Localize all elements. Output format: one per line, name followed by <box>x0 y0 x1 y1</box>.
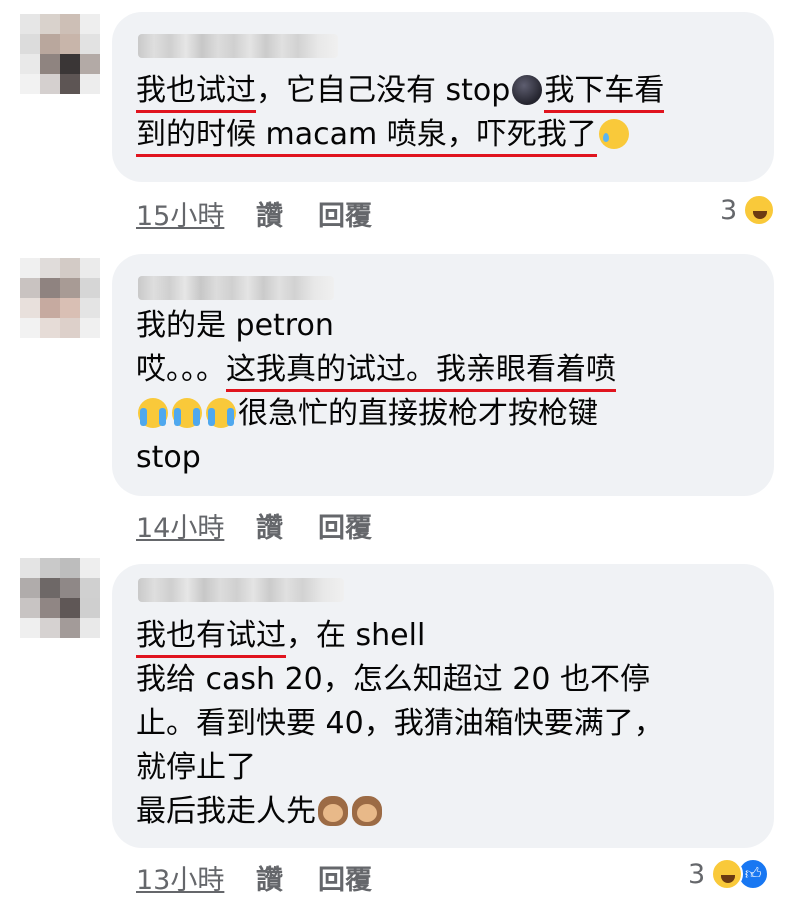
comment-text-segment: 最后我走人先 <box>136 794 316 829</box>
comment-timestamp[interactable]: 13小時 <box>136 858 256 897</box>
comment-text-segment: ，在 shell <box>286 618 426 653</box>
commenter-name-blurred[interactable] <box>138 276 334 300</box>
underlined-text: 我也有试过 <box>136 618 286 658</box>
reply-button[interactable]: 回覆 <box>318 858 372 897</box>
comment-line: 我的是 petron <box>136 304 616 348</box>
reply-button[interactable]: 回覆 <box>318 506 372 545</box>
reply-button[interactable]: 回覆 <box>318 194 372 233</box>
comment-text-segment: 我的是 petron <box>136 308 334 343</box>
commenter-name-blurred[interactable] <box>138 34 338 58</box>
comment-text-segment: 就停止了 <box>136 750 256 785</box>
reaction-summary[interactable]: 3 👍︎ <box>688 858 770 890</box>
comment-bubble: 我也试过，它自己没有 stop 我下车看 到的时候 macam 喷泉，吓死我了 <box>112 12 774 182</box>
avatar[interactable] <box>20 258 100 338</box>
comment-text-segment: 很急忙的直接拔枪才按枪键 <box>238 396 598 431</box>
comment-line: 就停止了 <box>136 746 664 790</box>
comment-actions: 15小時 讚 回覆 <box>136 194 372 233</box>
like-button[interactable]: 讚 <box>256 506 318 545</box>
comment-actions: 13小時 讚 回覆 <box>136 858 372 897</box>
comment-line: 我也有试过，在 shell <box>136 614 664 658</box>
comment-text-segment: 哎。。。 <box>136 352 226 387</box>
comment-actions: 14小時 讚 回覆 <box>136 506 372 545</box>
crying-face-icon <box>206 398 236 428</box>
comment-line: 我给 cash 20，怎么知超过 20 也不停 <box>136 658 664 702</box>
comment-text-segment: stop <box>136 440 201 475</box>
new-moon-face-icon <box>512 75 543 105</box>
comment-line: 哎。。。这我真的试过。我亲眼看着喷 <box>136 348 616 392</box>
reaction-count: 3 <box>720 194 738 226</box>
underlined-text: 我也试过 <box>136 73 256 113</box>
comment-text: 我也试过，它自己没有 stop 我下车看 到的时候 macam 喷泉，吓死我了 <box>136 69 665 157</box>
like-button[interactable]: 讚 <box>256 858 318 897</box>
underlined-text: 到的时候 macam 喷泉，吓死我了 <box>136 117 597 157</box>
see-no-evil-monkey-icon <box>352 796 382 826</box>
comment-line: stop <box>136 436 616 480</box>
comment-text-segment: 止。看到快要 40，我猜油箱快要满了， <box>136 706 664 741</box>
laughing-face-icon <box>743 194 776 226</box>
underlined-text: 我下车看 <box>544 73 665 113</box>
comment-timestamp[interactable]: 15小時 <box>136 194 256 233</box>
commenter-name-blurred[interactable] <box>138 578 344 602</box>
reaction-count: 3 <box>688 858 706 890</box>
underlined-text: 这我真的试过。我亲眼看着喷 <box>226 352 616 392</box>
crying-face-icon <box>172 398 202 428</box>
comment-text-segment: 我给 cash 20，怎么知超过 20 也不停 <box>136 662 651 697</box>
like-button[interactable]: 讚 <box>256 194 318 233</box>
comment-text: 我的是 petron 哎。。。这我真的试过。我亲眼看着喷很急忙的直接拔枪才按枪键 s… <box>136 304 616 480</box>
crying-face-icon <box>138 398 168 428</box>
avatar[interactable] <box>20 14 100 94</box>
comment-line: 到的时候 macam 喷泉，吓死我了 <box>136 113 664 157</box>
comment-text-segment: ，它自己没有 stop <box>256 73 511 108</box>
see-no-evil-monkey-icon <box>318 796 348 826</box>
comment-line: 很急忙的直接拔枪才按枪键 <box>136 392 616 436</box>
avatar[interactable] <box>20 558 100 638</box>
comment-line: 我也试过，它自己没有 stop 我下车看 <box>136 69 665 113</box>
comment-line: 最后我走人先 <box>136 790 664 834</box>
laughing-face-icon <box>711 858 744 890</box>
comment-timestamp[interactable]: 14小時 <box>136 506 256 545</box>
comment-bubble: 我的是 petron 哎。。。这我真的试过。我亲眼看着喷很急忙的直接拔枪才按枪键 s… <box>112 254 774 496</box>
comment-line: 止。看到快要 40，我猜油箱快要满了， <box>136 702 664 746</box>
sad-tear-face-icon <box>598 119 629 149</box>
comment-bubble: 我也有试过，在 shell 我给 cash 20，怎么知超过 20 也不停 止。看到… <box>112 564 774 848</box>
comment-text: 我也有试过，在 shell 我给 cash 20，怎么知超过 20 也不停 止。看到… <box>136 614 664 834</box>
reaction-summary[interactable]: 3 <box>720 194 776 226</box>
